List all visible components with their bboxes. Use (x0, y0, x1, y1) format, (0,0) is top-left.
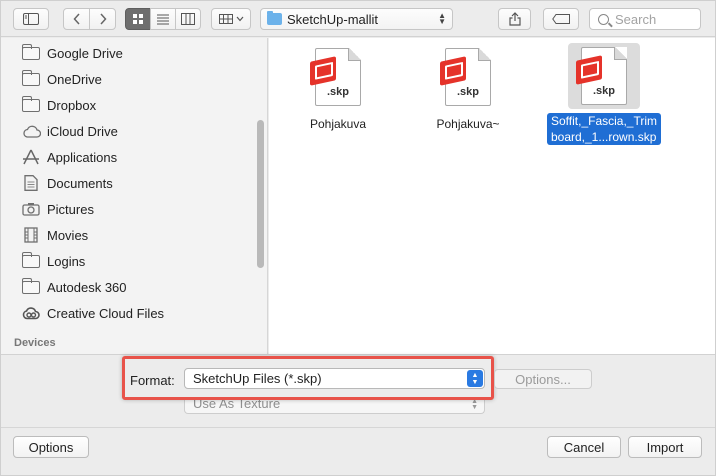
tag-button[interactable] (543, 8, 579, 30)
sketchup-logo-icon (310, 56, 336, 86)
sidebar-item-logins[interactable]: Logins (21, 250, 85, 272)
sidebar-item-icloud-drive[interactable]: iCloud Drive (21, 120, 118, 142)
sidebar-item-movies[interactable]: Movies (21, 224, 88, 246)
selection-highlight: .skp (568, 43, 640, 109)
sidebar-item-label: Dropbox (47, 97, 97, 113)
film-icon (24, 227, 38, 243)
toolbar: SketchUp-mallit ▲ ▼ Search (1, 1, 715, 37)
file-name: Pohjakuva (309, 117, 367, 131)
sidebar-item-onedrive[interactable]: OneDrive (21, 68, 102, 90)
cloud-icon (22, 125, 41, 138)
sidebar-icon (23, 13, 39, 25)
sidebar-toggle-button[interactable] (13, 8, 49, 30)
camera-icon (22, 203, 40, 216)
chevron-left-icon (72, 13, 80, 25)
skp-file-icon: .skp (310, 48, 361, 106)
icon-view-button[interactable] (125, 8, 151, 30)
bottom-bar: Options Cancel Import (1, 427, 715, 475)
search-input[interactable]: Search (589, 8, 701, 30)
documents-icon (24, 175, 38, 191)
sidebar-item-label: OneDrive (47, 71, 102, 87)
sidebar-item-autodesk-360[interactable]: Autodesk 360 (21, 276, 127, 298)
file-name: Soffit,_Fascia,_Trim board,_1...rown.skp (546, 113, 662, 145)
arrange-button[interactable] (211, 8, 251, 30)
format-options-button[interactable]: Options... (494, 369, 592, 389)
skp-file-icon: .skp (576, 47, 627, 105)
file-item-pohjakuva[interactable]: .skp Pohjakuva (283, 48, 393, 132)
list-view-button[interactable] (150, 8, 176, 30)
updown-chevron-icon: ▲ ▼ (438, 11, 446, 26)
back-forward-control (63, 8, 116, 30)
file-item-soffit-fascia[interactable]: .skp Soffit,_Fascia,_Trim board,_1...row… (539, 43, 669, 145)
location-label: SketchUp-mallit (287, 11, 379, 27)
sidebar-item-dropbox[interactable]: Dropbox (21, 94, 96, 116)
sidebar-item-label: Movies (47, 227, 89, 243)
skp-file-icon: .skp (440, 48, 491, 106)
texture-select[interactable]: Use As Texture ▲ ▼ (184, 398, 485, 414)
file-item-pohjakuva-backup[interactable]: .skp Pohjakuva~ (413, 48, 523, 132)
search-icon (598, 13, 609, 25)
cancel-button[interactable]: Cancel (547, 436, 621, 458)
sidebar-item-label: Logins (47, 253, 86, 269)
back-button[interactable] (63, 8, 90, 30)
grid-icon (133, 14, 143, 24)
file-browser: .skp Pohjakuva .skp Pohjakuva~ .skp Soff… (269, 38, 715, 354)
sidebar-item-google-drive[interactable]: Google Drive (21, 42, 123, 64)
share-icon (508, 12, 521, 26)
file-name: Pohjakuva~ (436, 117, 500, 131)
tag-icon (552, 14, 570, 24)
location-popup[interactable]: SketchUp-mallit ▲ ▼ (260, 8, 453, 30)
sketchup-logo-icon (576, 55, 602, 85)
columns-icon (181, 13, 195, 25)
options-button[interactable]: Options (13, 436, 89, 458)
folder-icon (22, 43, 40, 60)
column-view-button[interactable] (175, 8, 201, 30)
sidebar: Google Drive OneDrive Dropbox iCloud Dri… (1, 38, 268, 354)
chevron-right-icon (99, 13, 107, 25)
sidebar-scrollbar[interactable] (257, 120, 264, 268)
sidebar-item-label: iCloud Drive (47, 123, 118, 139)
sidebar-item-label: Autodesk 360 (47, 279, 127, 295)
sidebar-item-label: Applications (47, 149, 118, 165)
sidebar-item-documents[interactable]: Documents (21, 172, 113, 194)
folder-icon (22, 95, 40, 112)
updown-chevron-icon: ▲ ▼ (467, 370, 483, 387)
sidebar-item-label: Documents (47, 175, 113, 191)
sidebar-item-pictures[interactable]: Pictures (21, 198, 94, 220)
folder-icon (22, 277, 40, 294)
import-dialog: SketchUp-mallit ▲▼ Search Google Drive (0, 0, 716, 476)
folder-icon (22, 69, 40, 86)
chevron-down-icon (236, 16, 243, 22)
sidebar-item-label: Google Drive (47, 45, 123, 61)
sketchup-logo-icon (440, 56, 466, 86)
sidebar-item-creative-cloud-files[interactable]: Creative Cloud Files (21, 302, 164, 324)
view-mode-control (125, 8, 201, 30)
sidebar-item-label: Pictures (47, 201, 94, 217)
sidebar-section-devices: Devices (14, 337, 56, 349)
list-icon (157, 14, 169, 25)
updown-chevron-icon: ▲ ▼ (471, 398, 478, 411)
arrange-grid-icon (218, 14, 233, 24)
forward-button[interactable] (89, 8, 116, 30)
sidebar-item-label: Creative Cloud Files (47, 305, 165, 321)
import-button[interactable]: Import (628, 436, 702, 458)
folder-icon (22, 251, 40, 268)
sidebar-item-applications[interactable]: Applications (21, 146, 117, 168)
folder-icon (267, 11, 282, 25)
share-button[interactable] (498, 8, 531, 30)
search-placeholder: Search (615, 11, 657, 27)
format-select[interactable]: SketchUp Files (*.skp) ▲ ▼ (184, 368, 485, 389)
creative-cloud-icon (22, 307, 40, 320)
format-label: Format: (130, 373, 175, 388)
applications-icon (23, 149, 39, 165)
